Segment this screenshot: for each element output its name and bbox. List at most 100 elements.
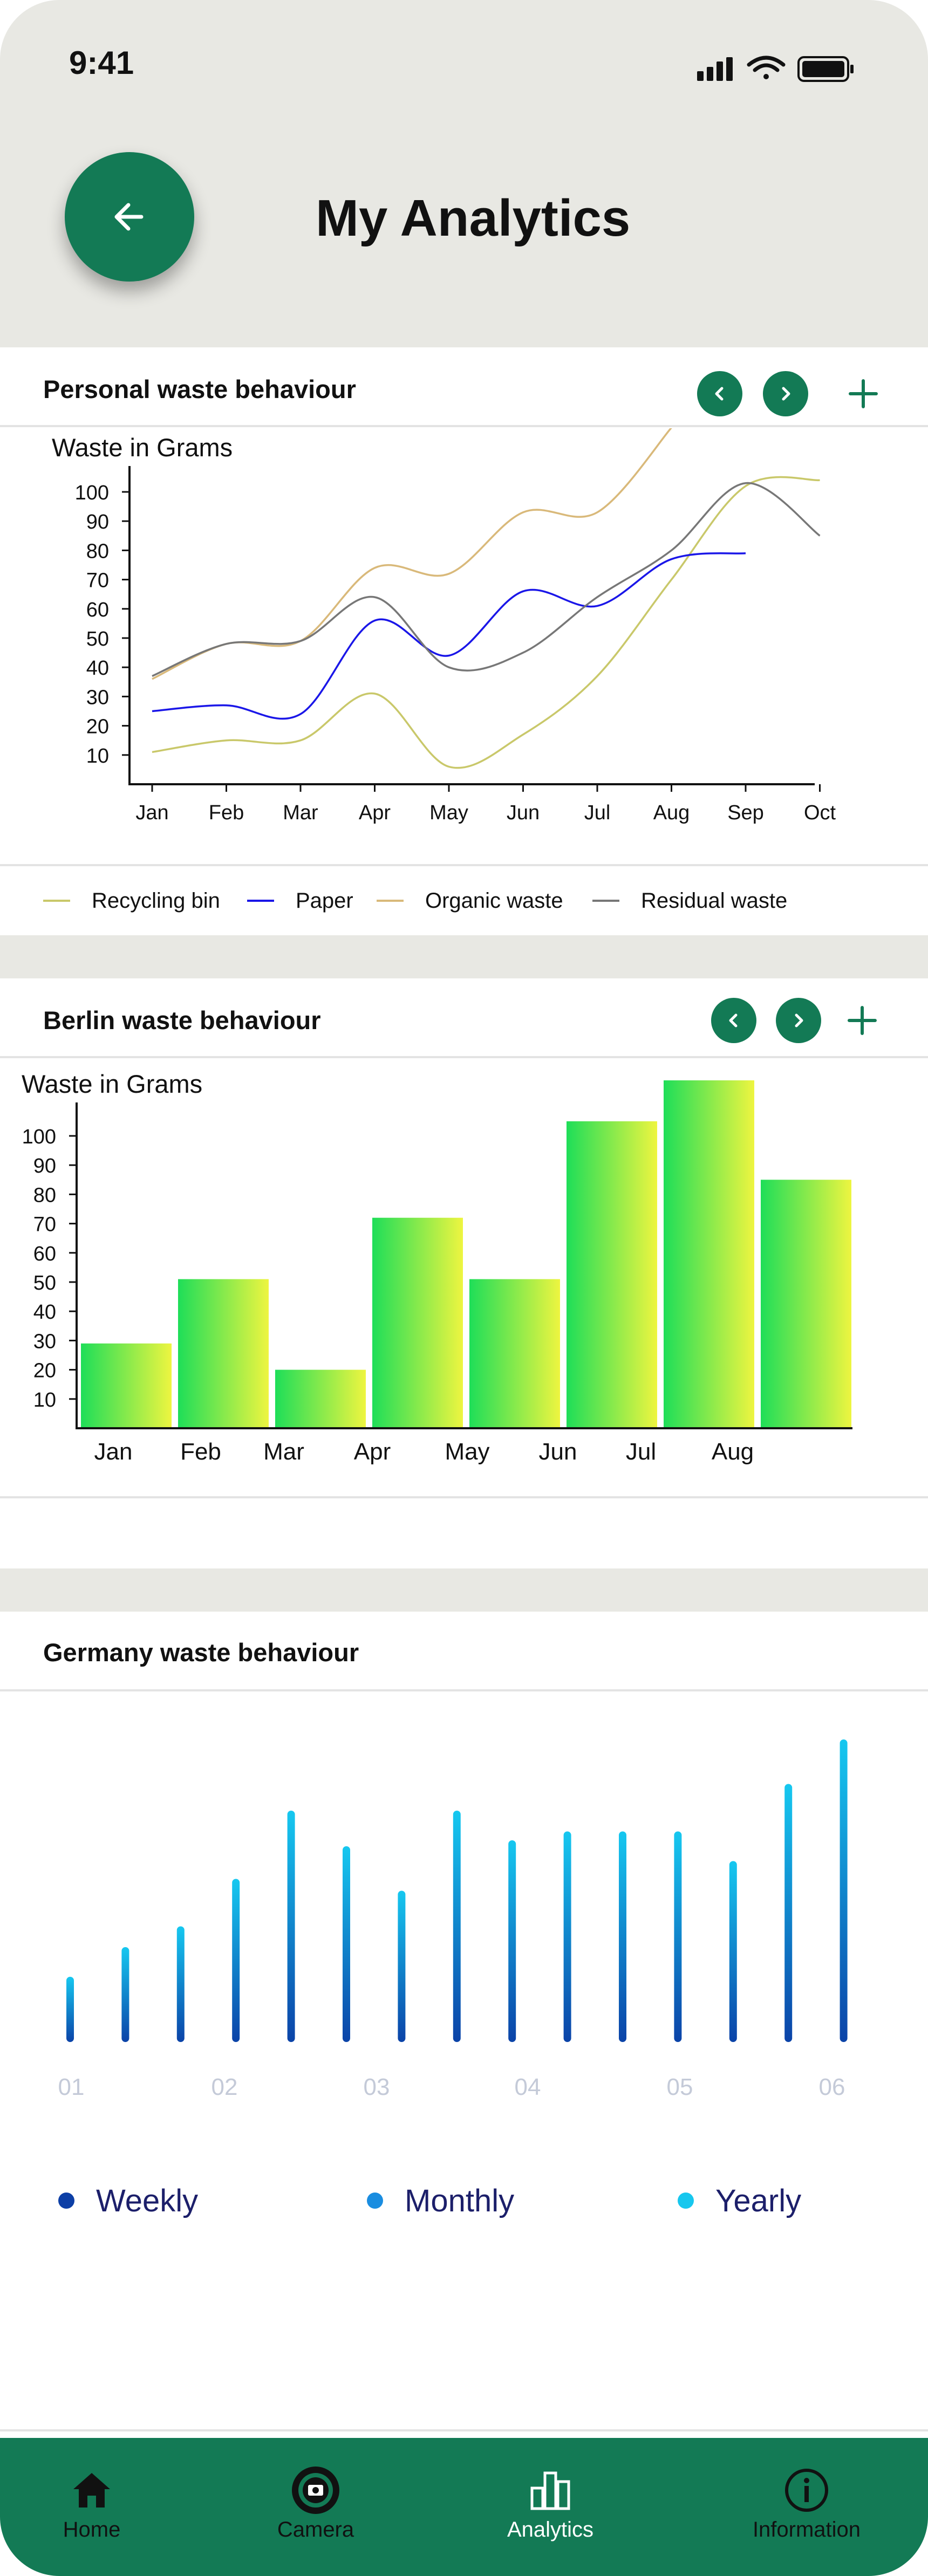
bottom-divider [0, 2429, 928, 2431]
x-tick-label: Mar [283, 801, 318, 824]
bar [121, 1947, 129, 2042]
legend-label: Paper [296, 888, 353, 913]
x-tick-label: Jan [94, 1438, 133, 1465]
legend-label: Yearly [715, 2183, 802, 2218]
x-tick-label: Feb [180, 1438, 221, 1465]
nav-analytics[interactable]: Analytics [491, 2438, 610, 2576]
x-tick-label: 03 [364, 2074, 390, 2100]
x-tick-label: Apr [359, 801, 391, 824]
app-screen: 9:41 My Analytics Personal waste behavio… [0, 0, 928, 2576]
y-tick-label: 30 [86, 686, 109, 709]
bar [176, 1926, 185, 2042]
nav-information[interactable]: Information [739, 2438, 874, 2576]
nav-label: Analytics [507, 2518, 594, 2541]
series-line [152, 552, 746, 720]
x-tick-label: Aug [653, 801, 690, 824]
berlin-add-button[interactable] [841, 999, 884, 1042]
y-tick-label: 80 [86, 540, 109, 563]
bar [275, 1369, 366, 1428]
personal-next-button[interactable] [763, 371, 808, 416]
y-tick-label: 50 [86, 628, 109, 650]
legend-item-paper[interactable]: Paper [247, 885, 353, 917]
y-tick-label: 100 [22, 1126, 56, 1148]
nav-camera[interactable]: Camera [254, 2438, 378, 2576]
series-line [152, 476, 820, 769]
info-icon [784, 2466, 829, 2515]
bar [840, 1739, 848, 2042]
bar [784, 1784, 793, 2042]
y-tick-label: 80 [33, 1184, 56, 1207]
x-tick-label: Feb [209, 801, 244, 824]
bar [729, 1861, 737, 2042]
status-icons [697, 56, 854, 82]
personal-card-header: Personal waste behaviour [0, 347, 928, 427]
legend-item-residual[interactable]: Residual waste [592, 885, 787, 917]
x-tick-label: 01 [58, 2074, 85, 2100]
y-tick-label: 40 [86, 657, 109, 680]
bar [563, 1831, 571, 2042]
x-tick-label: 02 [211, 2074, 238, 2100]
legend-swatch [247, 900, 274, 902]
x-tick-label: Jan [135, 801, 168, 824]
personal-line-chart: Waste in Grams 10 20 30 40 50 60 70 80 90 100 Jan F… [52, 428, 836, 824]
germany-bar-chart: 01 02 03 04 05 06 [58, 1739, 848, 2100]
personal-card-title: Personal waste behaviour [43, 375, 356, 403]
legend-label: Monthly [405, 2183, 515, 2218]
plus-icon [849, 379, 878, 408]
personal-legend: Recycling bin Paper Organic waste Residu… [0, 866, 928, 931]
x-tick-label: Mar [263, 1438, 304, 1465]
germany-card-header: Germany waste behaviour [0, 1612, 928, 1691]
signal-icon [697, 57, 733, 81]
y-tick-label: 60 [86, 599, 109, 621]
y-tick-label: 40 [33, 1301, 56, 1324]
bar [343, 1846, 350, 2042]
back-button[interactable] [65, 152, 194, 282]
x-tick-label: 05 [667, 2074, 693, 2100]
berlin-next-button[interactable] [776, 998, 821, 1043]
y-tick-label: 20 [86, 716, 109, 738]
bar [81, 1343, 172, 1428]
y-tick-label: 70 [86, 570, 109, 592]
legend-item-monthly[interactable]: Monthly [367, 2179, 514, 2222]
legend-item-organic[interactable]: Organic waste [377, 885, 563, 917]
bar [232, 1879, 240, 2042]
berlin-prev-button[interactable] [711, 998, 756, 1043]
berlin-bottom-divider [0, 1496, 928, 1498]
bar [66, 1977, 74, 2042]
nav-home[interactable]: Home [32, 2438, 151, 2576]
chevron-left-icon [729, 1013, 738, 1027]
legend-swatch [592, 900, 619, 902]
y-tick-label: 90 [33, 1155, 56, 1177]
y-tick-label: 90 [86, 511, 109, 533]
legend-label: Recycling bin [92, 888, 220, 913]
legend-swatch [377, 900, 404, 902]
y-tick-label: 70 [33, 1214, 56, 1236]
x-tick-label: Apr [354, 1438, 391, 1465]
germany-card: Germany waste behaviour 01 02 03 04 05 06 [0, 1612, 928, 2431]
bar [619, 1831, 626, 2042]
legend-item-yearly[interactable]: Yearly [678, 2179, 801, 2222]
y-tick-label: 10 [33, 1389, 56, 1412]
bar [372, 1217, 463, 1428]
legend-dot [367, 2193, 383, 2209]
legend-item-recycling[interactable]: Recycling bin [43, 885, 220, 917]
page-title: My Analytics [316, 189, 631, 247]
status-time: 9:41 [69, 45, 134, 81]
chevron-left-icon [715, 387, 724, 401]
bar [469, 1279, 560, 1428]
x-tick-label: 06 [819, 2074, 845, 2100]
bar [664, 1080, 754, 1428]
chevron-right-icon [795, 1013, 803, 1027]
x-tick-label: Aug [712, 1438, 754, 1465]
bar [398, 1890, 406, 2042]
x-tick-label: Jun [539, 1438, 577, 1465]
nav-label: Information [752, 2518, 861, 2541]
legend-item-weekly[interactable]: Weekly [58, 2179, 198, 2222]
y-tick-label: 20 [33, 1360, 56, 1382]
bar [761, 1180, 851, 1428]
battery-icon [797, 56, 854, 82]
personal-add-button[interactable] [842, 372, 885, 415]
analytics-icon [529, 2466, 572, 2515]
x-tick-label: Jul [626, 1438, 656, 1465]
personal-prev-button[interactable] [697, 371, 742, 416]
